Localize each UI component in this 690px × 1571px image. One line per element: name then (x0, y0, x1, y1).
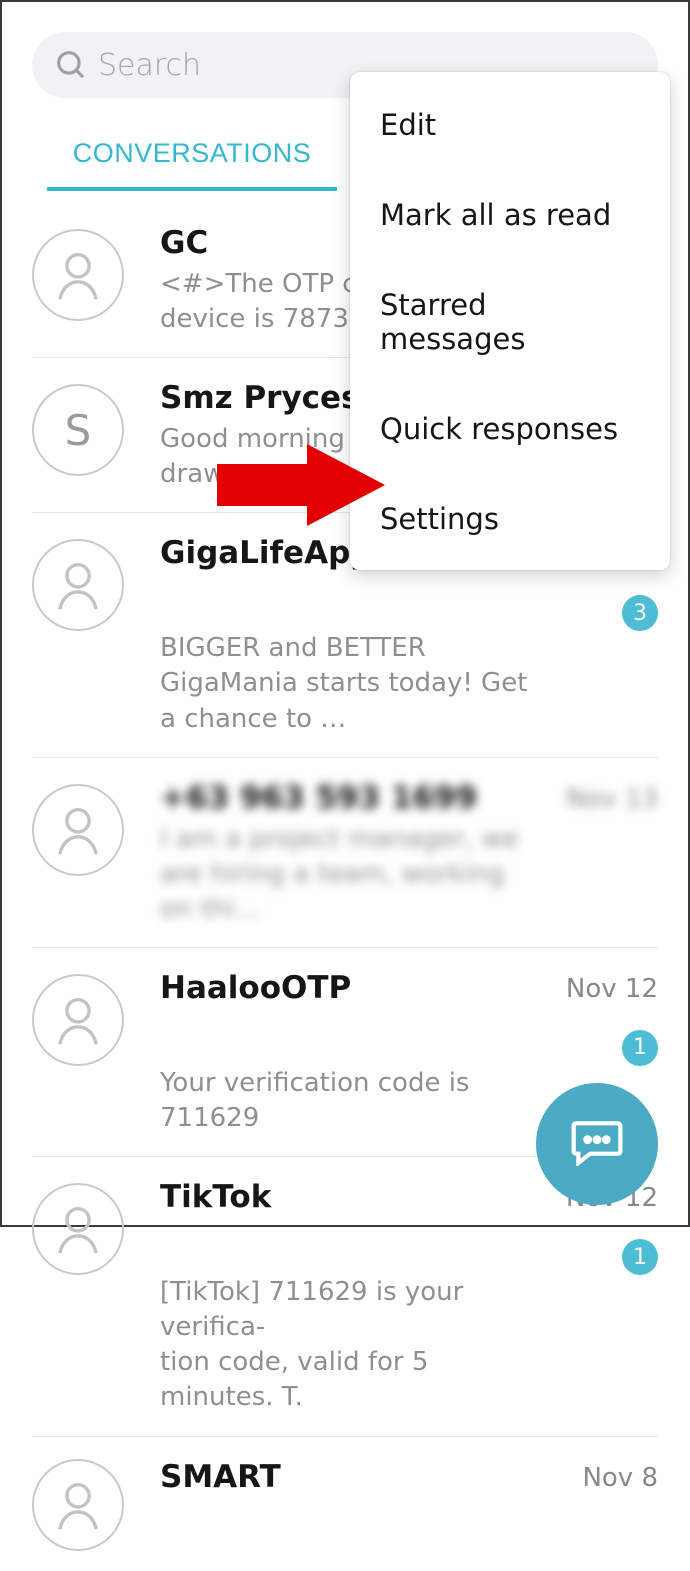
avatar (32, 1459, 124, 1551)
compose-button[interactable] (536, 1083, 658, 1205)
conversation-preview: BIGGER and BETTER GigaMania starts today… (160, 631, 540, 736)
conversation-item[interactable]: SMART Nov 8 (32, 1437, 658, 1571)
overflow-menu: Edit Mark all as read Starred messages Q… (350, 72, 670, 570)
menu-item-edit[interactable]: Edit (350, 96, 670, 170)
avatar (32, 1183, 124, 1275)
chat-icon (569, 1118, 625, 1170)
unread-badge: 3 (622, 595, 658, 631)
conversation-preview: [TikTok] 711629 is your verifica- tion c… (160, 1275, 540, 1415)
conversation-date: Nov 12 (552, 970, 658, 1004)
menu-item-mark-all-read[interactable]: Mark all as read (350, 170, 670, 260)
unread-badge: 1 (622, 1030, 658, 1066)
conversation-name: HaalooOTP (160, 970, 351, 1006)
conversation-name: GigaLifeApp (160, 535, 372, 571)
menu-item-settings[interactable]: Settings (350, 474, 670, 556)
conversation-name: TikTok (160, 1179, 271, 1215)
avatar (32, 974, 124, 1066)
avatar-letter: S (65, 406, 92, 455)
avatar (32, 229, 124, 321)
conversation-name: +63 963 593 1699 (160, 780, 477, 816)
conversation-name: GC (160, 225, 208, 261)
search-placeholder: Search (98, 48, 201, 83)
search-icon (54, 48, 88, 82)
conversation-preview: Your verification code is 711629 (160, 1066, 540, 1136)
avatar (32, 539, 124, 631)
conversation-name: SMART (160, 1459, 281, 1495)
tab-conversations[interactable]: CONVERSATIONS (47, 116, 337, 191)
conversation-date: Nov 13 (552, 780, 658, 814)
conversation-item[interactable]: TikTok Nov 12 1 [TikTok] 711629 is your … (32, 1157, 658, 1436)
unread-badge: 1 (622, 1239, 658, 1275)
avatar: S (32, 384, 124, 476)
conversation-preview: I am a project manager, we are hiring a … (160, 822, 540, 927)
menu-item-quick-responses[interactable]: Quick responses (350, 384, 670, 474)
avatar (32, 784, 124, 876)
conversation-item[interactable]: +63 963 593 1699 Nov 13 I am a project m… (32, 758, 658, 948)
conversation-date: Nov 8 (568, 1459, 658, 1493)
menu-item-starred[interactable]: Starred messages (350, 260, 670, 384)
